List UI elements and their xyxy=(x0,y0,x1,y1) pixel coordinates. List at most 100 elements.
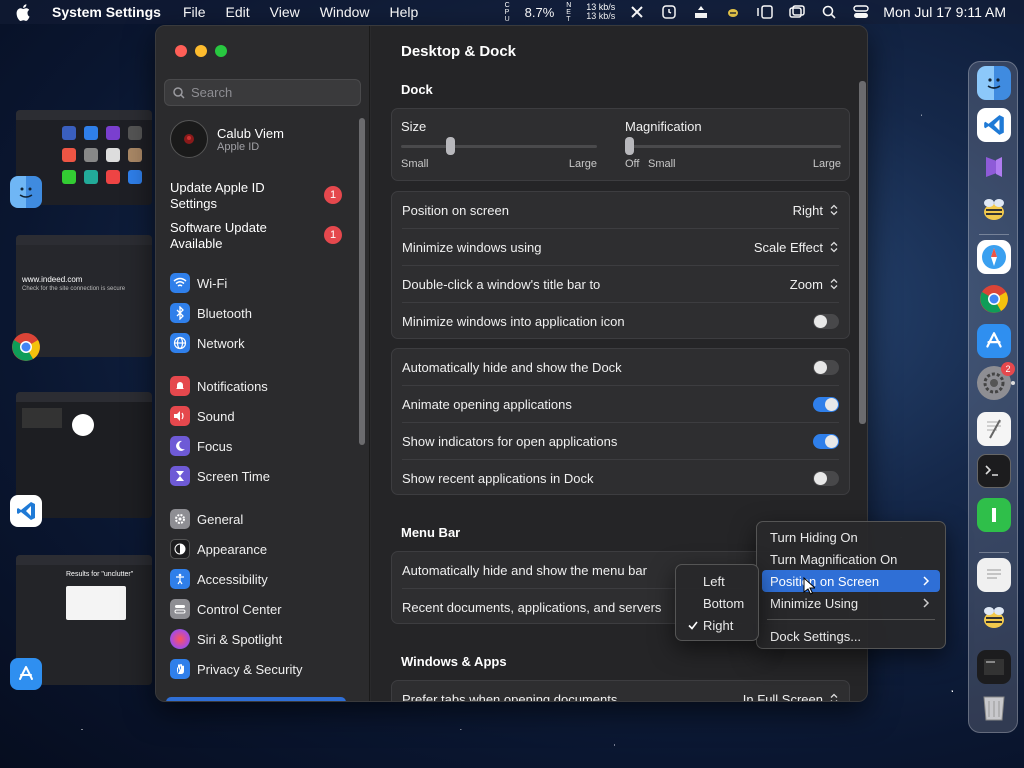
dock-document-icon[interactable] xyxy=(977,558,1011,592)
sidebar-item-appearance[interactable]: Appearance xyxy=(170,538,267,560)
toggle-knob xyxy=(814,360,827,374)
sidebar-selected-item-highlight[interactable] xyxy=(166,697,346,701)
menu-item-position-on-screen[interactable]: Position on Screen xyxy=(762,570,940,592)
dock-screenshot-icon[interactable] xyxy=(977,650,1011,684)
dock-bee-folder-icon[interactable] xyxy=(977,600,1011,634)
windows-icon[interactable] xyxy=(787,4,807,20)
thumb-titlebar xyxy=(16,235,152,245)
menu-help[interactable]: Help xyxy=(390,4,419,20)
content-scrollbar[interactable] xyxy=(859,81,866,424)
menu-item-minimize-using[interactable]: Minimize Using xyxy=(762,592,940,614)
dock-chrome-icon[interactable] xyxy=(977,282,1011,316)
menu-view[interactable]: View xyxy=(270,4,300,20)
finder-stage-icon[interactable] xyxy=(10,176,42,208)
submenu-item-left[interactable]: Left xyxy=(681,570,753,592)
menu-bar-clock[interactable]: Mon Jul 17 9:11 AM xyxy=(883,4,1006,20)
chevron-right-icon xyxy=(923,574,930,589)
menu-item-turn-hiding-on[interactable]: Turn Hiding On xyxy=(762,526,940,548)
cpu-value[interactable]: 8.7% xyxy=(525,5,555,20)
gear-icon xyxy=(170,509,190,529)
minimize-into-icon-toggle[interactable] xyxy=(813,313,839,329)
thumb-titlebar xyxy=(16,392,152,402)
chrome-stage-icon[interactable] xyxy=(10,331,42,363)
submenu-item-right[interactable]: Right xyxy=(681,614,753,636)
dock-system-settings-icon[interactable]: 2 xyxy=(977,362,1015,400)
stage-manager-icon[interactable] xyxy=(755,4,775,20)
thumb-block xyxy=(22,408,62,428)
position-popup[interactable]: Right xyxy=(793,203,839,218)
sidebar-item-control-center[interactable]: Control Center xyxy=(170,598,282,620)
dock-vscode-icon[interactable] xyxy=(977,108,1011,142)
sidebar-item-accessibility[interactable]: Accessibility xyxy=(170,568,268,590)
timer-icon[interactable] xyxy=(659,4,679,20)
sidebar-item-notifications[interactable]: Notifications xyxy=(170,375,268,397)
menu-item-turn-magnification-on[interactable]: Turn Magnification On xyxy=(762,548,940,570)
show-indicators-toggle[interactable] xyxy=(813,433,839,449)
thumb-url: www.indeed.com xyxy=(22,275,83,284)
dock-bee-app-icon[interactable] xyxy=(977,192,1011,226)
dock-safari-icon[interactable] xyxy=(977,240,1011,274)
chevron-right-icon xyxy=(923,596,930,611)
net-down: 13 kb/s xyxy=(586,11,616,21)
update-apple-id-row[interactable]: Update Apple ID Settings 1 xyxy=(170,180,342,212)
magnification-slider-thumb[interactable] xyxy=(625,137,634,155)
bee-icon[interactable] xyxy=(723,4,743,20)
sidebar-item-focus[interactable]: Focus xyxy=(170,435,232,457)
size-slider-thumb[interactable] xyxy=(445,137,455,155)
sidebar-item-privacy[interactable]: Privacy & Security xyxy=(170,658,302,680)
double-click-popup[interactable]: Zoom xyxy=(790,277,839,292)
software-update-row[interactable]: Software Update Available 1 xyxy=(170,220,342,252)
control-center-icon xyxy=(170,599,190,619)
close-button[interactable] xyxy=(175,45,187,57)
tools-icon[interactable] xyxy=(627,4,647,20)
animate-opening-row: Animate opening applications xyxy=(402,386,839,422)
spotlight-search-icon[interactable] xyxy=(819,4,839,20)
control-center-icon[interactable] xyxy=(851,4,871,20)
app-thumb-icon xyxy=(106,148,120,162)
bluetooth-icon xyxy=(170,303,190,323)
sidebar-item-bluetooth[interactable]: Bluetooth xyxy=(170,302,252,324)
sidebar-item-general[interactable]: General xyxy=(170,508,243,530)
minimize-popup[interactable]: Scale Effect xyxy=(754,240,839,255)
dock-app-store-icon[interactable] xyxy=(977,324,1011,358)
sidebar-search-field[interactable]: Search xyxy=(164,79,361,106)
prefer-tabs-popup[interactable]: In Full Screen xyxy=(743,692,839,701)
profile-text: Calub Viem Apple ID xyxy=(208,126,284,153)
minimize-button[interactable] xyxy=(195,45,207,57)
minimize-into-icon-row: Minimize windows into application icon xyxy=(402,303,839,339)
sidebar-item-wifi[interactable]: Wi-Fi xyxy=(170,272,227,294)
menu-item-dock-settings[interactable]: Dock Settings... xyxy=(762,625,940,647)
upload-icon[interactable] xyxy=(691,4,711,20)
apple-menu-icon[interactable] xyxy=(16,3,34,21)
app-store-stage-icon[interactable] xyxy=(10,658,42,690)
app-thumb-icon xyxy=(128,148,142,162)
app-menu-name[interactable]: System Settings xyxy=(52,4,161,20)
sidebar-item-screen-time[interactable]: Screen Time xyxy=(170,465,270,487)
menu-window[interactable]: Window xyxy=(320,4,370,20)
dock-trash-icon[interactable] xyxy=(977,690,1011,724)
submenu-item-bottom[interactable]: Bottom xyxy=(681,592,753,614)
apple-id-profile[interactable]: Calub Viem Apple ID xyxy=(170,120,284,158)
sidebar-scrollbar[interactable] xyxy=(359,118,365,445)
net-speeds[interactable]: 13 kb/s 13 kb/s xyxy=(586,3,615,21)
show-recent-toggle[interactable] xyxy=(813,470,839,486)
dock-finder-icon[interactable] xyxy=(977,66,1011,100)
menu-file[interactable]: File xyxy=(183,4,206,20)
animate-opening-toggle[interactable] xyxy=(813,396,839,412)
sidebar-item-network[interactable]: Network xyxy=(170,332,245,354)
thumb-titlebar xyxy=(16,110,152,120)
magnification-slider-track[interactable] xyxy=(625,145,841,148)
size-slider-track[interactable] xyxy=(401,145,597,148)
dock-terminal-icon[interactable] xyxy=(977,454,1011,488)
autohide-dock-row: Automatically hide and show the Dock xyxy=(402,349,839,385)
autohide-dock-toggle[interactable] xyxy=(813,359,839,375)
dock-textedit-icon[interactable] xyxy=(977,412,1011,446)
dock-numbers-icon[interactable] xyxy=(977,498,1011,532)
menu-edit[interactable]: Edit xyxy=(226,4,250,20)
sidebar-item-sound[interactable]: Sound xyxy=(170,405,235,427)
sidebar-item-siri[interactable]: Siri & Spotlight xyxy=(170,628,282,650)
vscode-stage-icon[interactable] xyxy=(10,495,42,527)
zoom-button[interactable] xyxy=(215,45,227,57)
dock-visual-studio-icon[interactable] xyxy=(977,150,1011,184)
toggle-knob xyxy=(825,397,838,411)
